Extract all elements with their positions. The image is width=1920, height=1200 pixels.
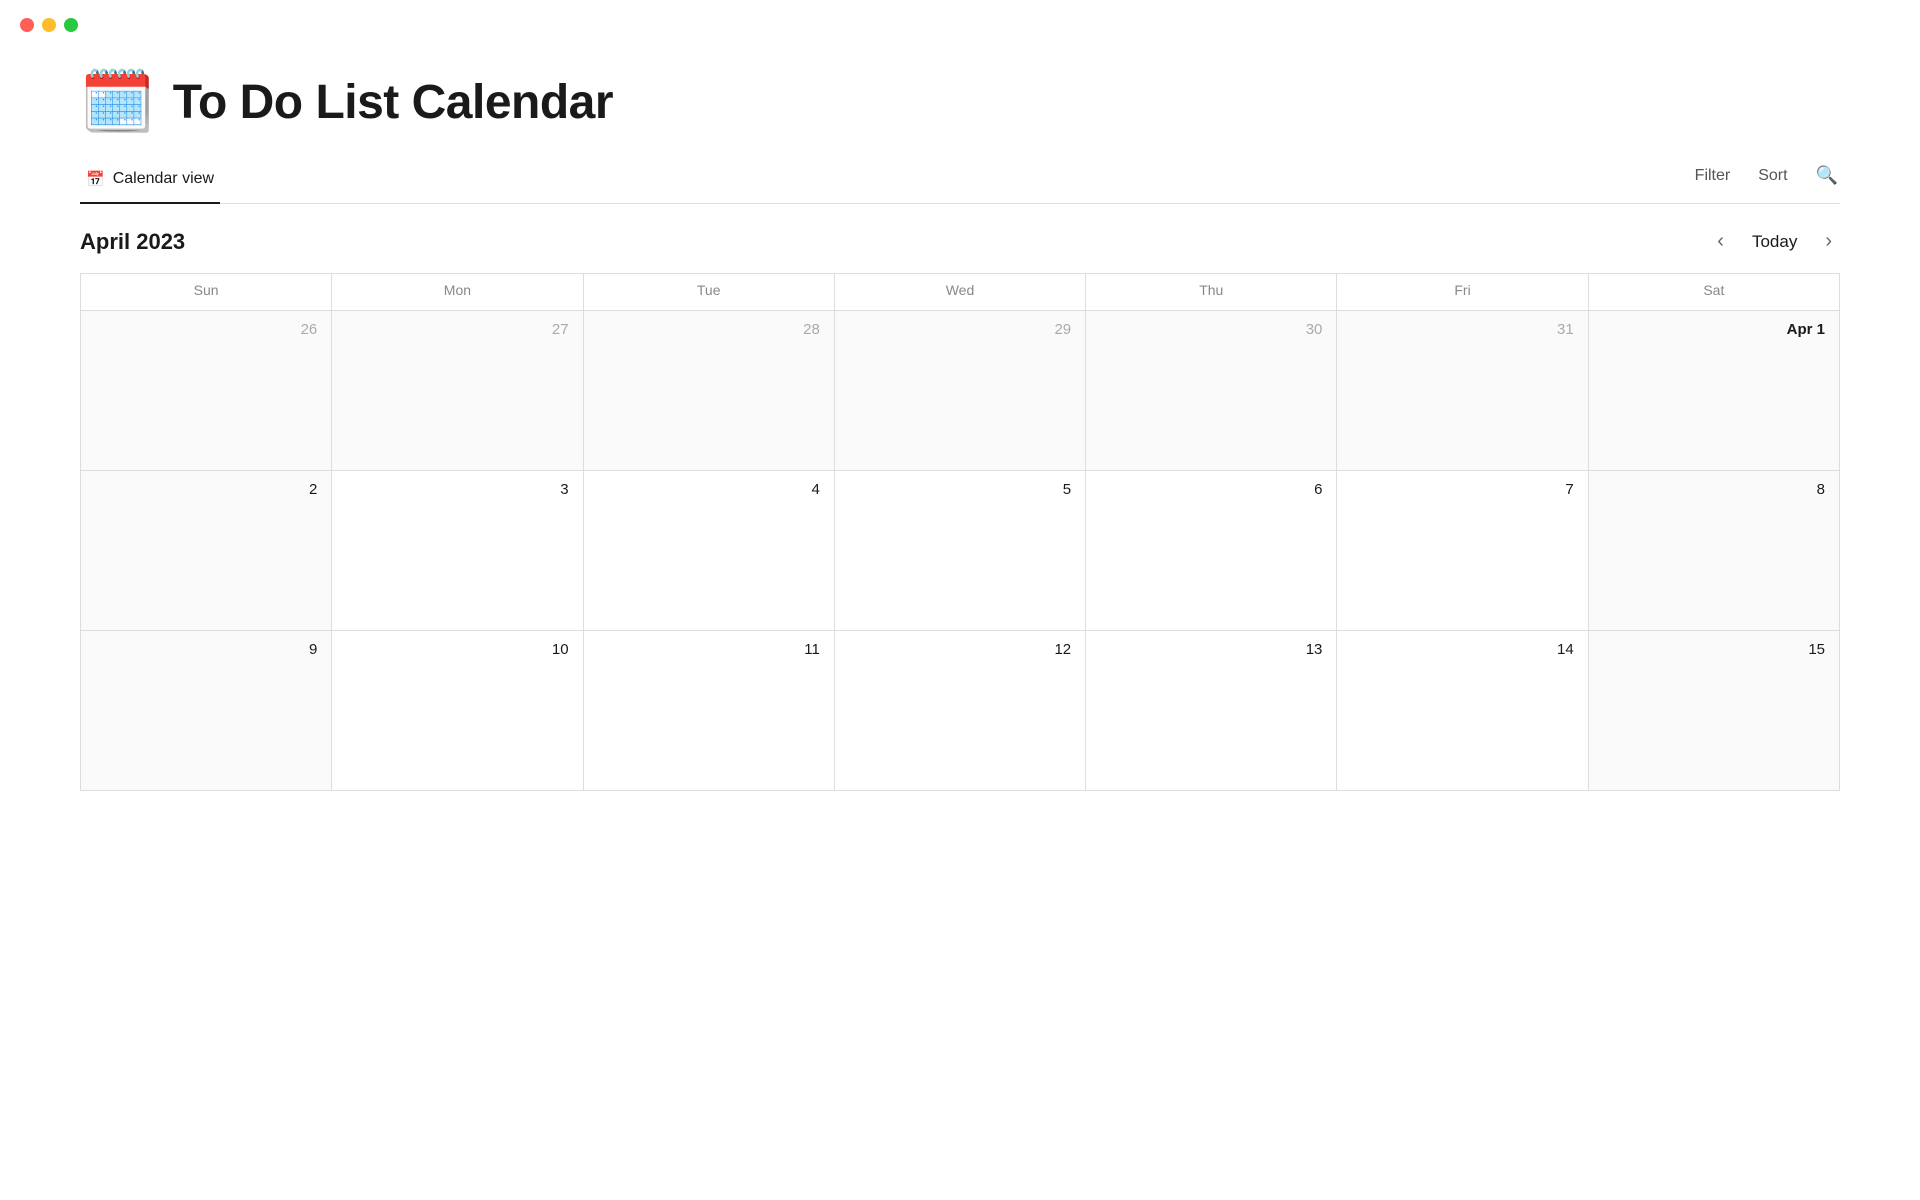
calendar-cell[interactable]: 14 (1337, 631, 1588, 791)
prev-month-button[interactable]: ‹ (1709, 226, 1732, 257)
cell-date-label: 7 (1351, 481, 1573, 498)
calendar-cell[interactable]: 30 (1086, 311, 1337, 471)
search-icon: 🔍 (1816, 165, 1838, 185)
cell-date-label: 3 (346, 481, 568, 498)
day-header-thu: Thu (1086, 274, 1337, 311)
view-tabs: 📅 Calendar view (80, 160, 220, 203)
day-header-sun: Sun (81, 274, 332, 311)
minimize-button[interactable] (42, 18, 56, 32)
cell-date-label: 4 (598, 481, 820, 498)
calendar-cell[interactable]: 28 (583, 311, 834, 471)
day-header-mon: Mon (332, 274, 583, 311)
nav-controls: ‹ Today › (1709, 226, 1840, 257)
month-title: April 2023 (80, 229, 185, 255)
week-row-2: 9 10 11 12 13 14 15 (81, 631, 1840, 791)
calendar-cell[interactable]: 9 (81, 631, 332, 791)
toolbar-actions: Filter Sort 🔍 (1693, 161, 1840, 202)
day-headers-row: Sun Mon Tue Wed Thu Fri Sat (81, 274, 1840, 311)
calendar-cell[interactable]: 11 (583, 631, 834, 791)
calendar-cell[interactable]: 12 (834, 631, 1085, 791)
close-button[interactable] (20, 18, 34, 32)
calendar-cell[interactable]: 31 (1337, 311, 1588, 471)
calendar-cell[interactable]: 6 (1086, 471, 1337, 631)
week-row-1: 2 3 4 5 6 7 8 (81, 471, 1840, 631)
cell-date-label: 27 (346, 321, 568, 338)
day-header-wed: Wed (834, 274, 1085, 311)
app-icon: 🗓️ (80, 72, 155, 132)
cell-date-label: 29 (849, 321, 1071, 338)
cell-date-label: 15 (1603, 641, 1825, 658)
cell-date-label: 10 (346, 641, 568, 658)
cell-date-label: 31 (1351, 321, 1573, 338)
cell-date-label: 8 (1603, 481, 1825, 498)
calendar-cell[interactable]: 29 (834, 311, 1085, 471)
day-header-sat: Sat (1588, 274, 1839, 311)
calendar-cell[interactable]: 7 (1337, 471, 1588, 631)
calendar-cell[interactable]: 5 (834, 471, 1085, 631)
page-header: 🗓️ To Do List Calendar (80, 72, 1840, 132)
cell-date-label: 13 (1100, 641, 1322, 658)
cell-date-label: 28 (598, 321, 820, 338)
calendar-view-icon: 📅 (86, 170, 105, 188)
next-month-button[interactable]: › (1817, 226, 1840, 257)
cell-date-label: 11 (598, 641, 820, 658)
filter-button[interactable]: Filter (1693, 163, 1733, 189)
calendar-cell[interactable]: 2 (81, 471, 332, 631)
traffic-lights (0, 0, 1920, 42)
calendar-cell[interactable]: 3 (332, 471, 583, 631)
calendar-grid: Sun Mon Tue Wed Thu Fri Sat 262728293031… (80, 273, 1840, 791)
cell-date-label: Apr 1 (1603, 321, 1825, 338)
maximize-button[interactable] (64, 18, 78, 32)
cell-date-label: 12 (849, 641, 1071, 658)
calendar-cell[interactable]: 15 (1588, 631, 1839, 791)
calendar-cell[interactable]: 4 (583, 471, 834, 631)
tab-calendar-view[interactable]: 📅 Calendar view (80, 160, 220, 204)
cell-date-label: 5 (849, 481, 1071, 498)
main-content: 🗓️ To Do List Calendar 📅 Calendar view F… (0, 42, 1920, 791)
calendar-cell[interactable]: 8 (1588, 471, 1839, 631)
cell-date-label: 26 (95, 321, 317, 338)
calendar-cell[interactable]: 13 (1086, 631, 1337, 791)
cell-date-label: 30 (1100, 321, 1322, 338)
cell-date-label: 2 (95, 481, 317, 498)
sort-button[interactable]: Sort (1756, 163, 1789, 189)
calendar-view-label: Calendar view (113, 170, 214, 188)
day-header-fri: Fri (1337, 274, 1588, 311)
calendar-cell[interactable]: 26 (81, 311, 332, 471)
cell-date-label: 14 (1351, 641, 1573, 658)
day-header-tue: Tue (583, 274, 834, 311)
calendar-cell[interactable]: 27 (332, 311, 583, 471)
week-row-0: 26 27 28 29 30 31 Apr 1 (81, 311, 1840, 471)
page-title: To Do List Calendar (173, 75, 613, 130)
toolbar: 📅 Calendar view Filter Sort 🔍 (80, 160, 1840, 204)
today-button[interactable]: Today (1742, 228, 1807, 256)
cell-date-label: 6 (1100, 481, 1322, 498)
calendar-cell[interactable]: 10 (332, 631, 583, 791)
search-button[interactable]: 🔍 (1814, 161, 1840, 190)
cell-date-label: 9 (95, 641, 317, 658)
calendar-cell[interactable]: Apr 1 (1588, 311, 1839, 471)
calendar-header: April 2023 ‹ Today › (80, 204, 1840, 273)
